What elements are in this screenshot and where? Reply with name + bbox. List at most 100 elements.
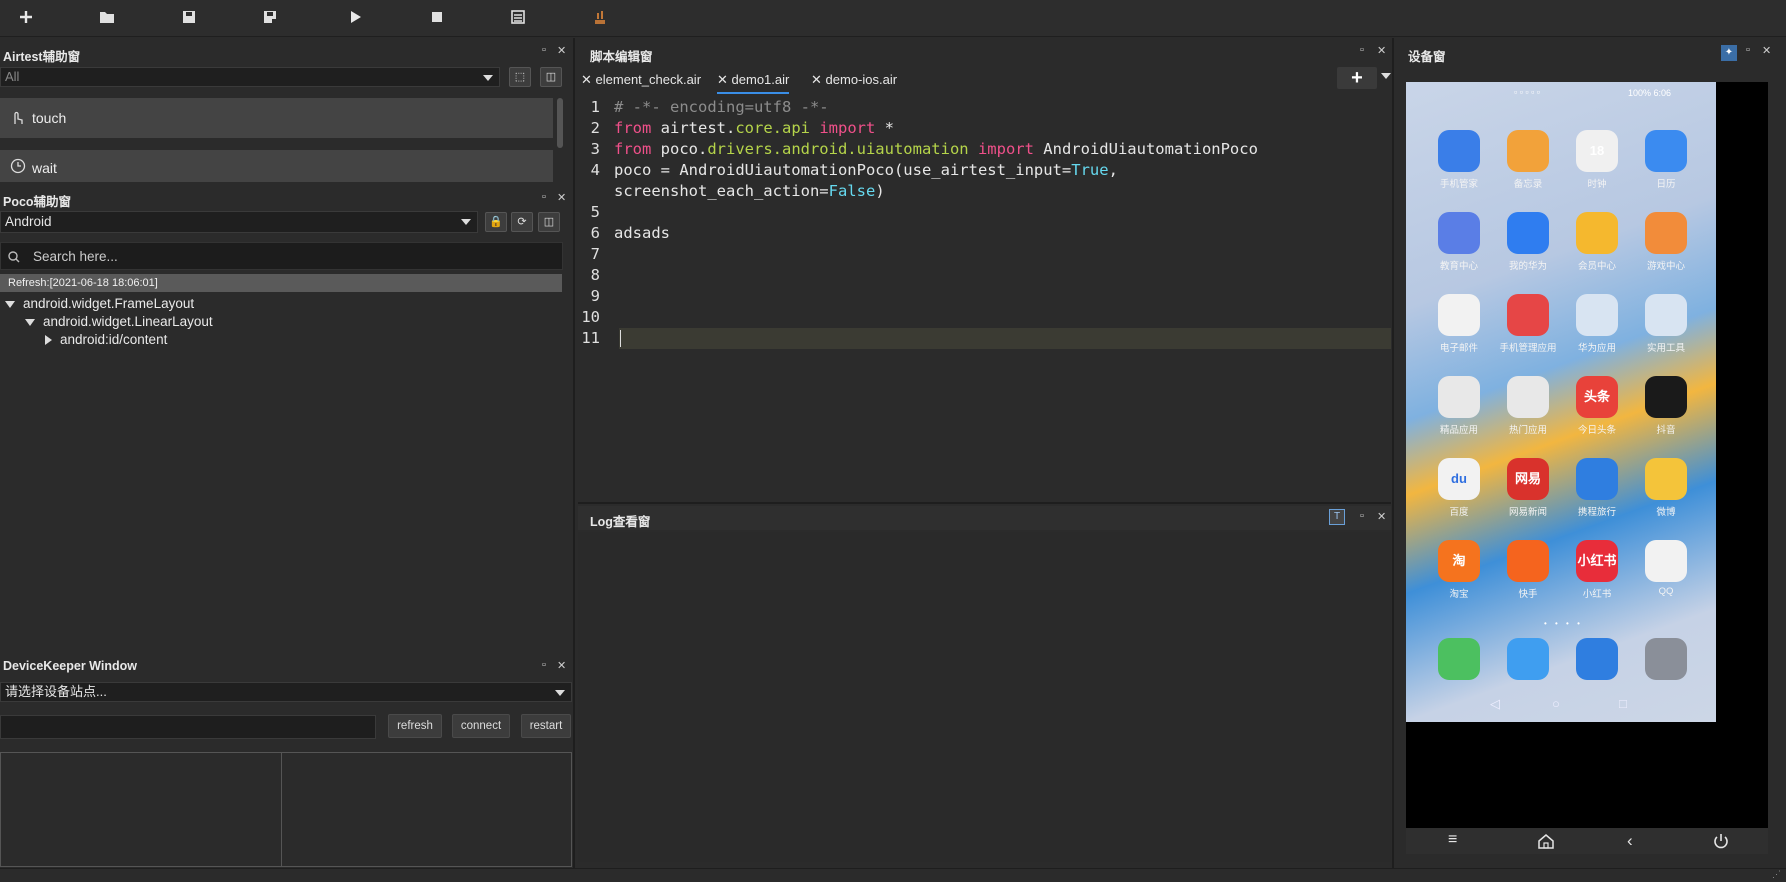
save-icon[interactable] bbox=[176, 6, 202, 30]
code-editor[interactable]: 1 # -*- encoding=utf8 -*- 2 from airtest.c… bbox=[578, 96, 1391, 500]
close-tab-icon[interactable]: ✕ bbox=[581, 72, 592, 87]
splitter[interactable] bbox=[573, 38, 575, 868]
app-icon[interactable] bbox=[1507, 130, 1549, 172]
app-icon[interactable] bbox=[1645, 376, 1687, 418]
poco-platform-select[interactable]: Android bbox=[0, 211, 478, 233]
code-text: , bbox=[1108, 161, 1118, 179]
collapse-icon[interactable] bbox=[45, 335, 52, 346]
phone-home-icon[interactable]: ○ bbox=[1552, 696, 1560, 711]
new-file-icon[interactable] bbox=[13, 6, 39, 30]
back-icon[interactable]: ‹ bbox=[1627, 831, 1633, 851]
device-address-input[interactable] bbox=[0, 715, 376, 739]
connect-button[interactable]: connect bbox=[452, 714, 510, 738]
phone-recent-icon[interactable]: □ bbox=[1619, 696, 1627, 711]
app-icon[interactable]: du bbox=[1438, 458, 1480, 500]
app-icon[interactable]: 淘 bbox=[1438, 540, 1480, 582]
app-icon[interactable] bbox=[1645, 540, 1687, 582]
settings-icon[interactable] bbox=[1645, 638, 1687, 680]
app-icon[interactable] bbox=[1645, 212, 1687, 254]
float-icon[interactable]: ▫ bbox=[1360, 510, 1364, 522]
home-icon[interactable] bbox=[1537, 832, 1555, 850]
close-icon[interactable]: ✕ bbox=[557, 191, 566, 204]
menu-icon[interactable]: ≡ bbox=[1448, 831, 1457, 849]
app-icon[interactable] bbox=[1507, 212, 1549, 254]
browser-icon[interactable] bbox=[1576, 638, 1618, 680]
app-icon[interactable]: 网易 bbox=[1507, 458, 1549, 500]
code-keyword: from bbox=[614, 140, 652, 158]
select-region-icon[interactable]: ⬚ bbox=[509, 67, 531, 87]
app-icon[interactable] bbox=[1645, 130, 1687, 172]
phone-back-icon[interactable]: ◁ bbox=[1490, 696, 1500, 712]
save-as-icon[interactable] bbox=[257, 6, 283, 30]
chevron-down-icon[interactable] bbox=[1381, 73, 1391, 79]
status-bar: ▫ ▫ ▫ ▫ ▫ 100% 6:06 bbox=[1406, 82, 1716, 104]
float-icon[interactable]: ▫ bbox=[1746, 44, 1750, 56]
tab-element-check[interactable]: ✕ element_check.air bbox=[581, 68, 701, 92]
tab-demo-ios[interactable]: ✕ demo-ios.air bbox=[811, 68, 897, 92]
float-icon[interactable]: ▫ bbox=[542, 659, 546, 671]
expand-icon[interactable] bbox=[25, 318, 35, 326]
line-number: 7 bbox=[590, 245, 600, 263]
power-icon[interactable] bbox=[1712, 832, 1730, 850]
app-icon[interactable] bbox=[1438, 376, 1480, 418]
app-icon[interactable] bbox=[1438, 294, 1480, 336]
app-icon[interactable]: 18 bbox=[1576, 130, 1618, 172]
app-icon[interactable] bbox=[1438, 212, 1480, 254]
close-tab-icon[interactable]: ✕ bbox=[717, 72, 728, 87]
stop-icon[interactable] bbox=[424, 6, 450, 30]
tree-node[interactable]: android.widget.FrameLayout bbox=[5, 296, 194, 311]
run-icon[interactable] bbox=[342, 6, 368, 30]
close-icon[interactable]: ✕ bbox=[1377, 44, 1386, 57]
command-touch[interactable]: touch bbox=[0, 98, 553, 138]
device-screen[interactable]: ▫ ▫ ▫ ▫ ▫ 100% 6:06 手机管家 备忘录 18 时钟 日历 教育中心 我的华… bbox=[1406, 82, 1768, 828]
app-icon[interactable]: 头条 bbox=[1576, 376, 1618, 418]
lock-icon[interactable]: 🔒 bbox=[485, 212, 507, 232]
log-icon[interactable] bbox=[505, 6, 531, 30]
float-icon[interactable]: ▫ bbox=[542, 191, 546, 203]
tree-node[interactable]: android:id/content bbox=[45, 332, 167, 347]
app-icon[interactable] bbox=[1438, 130, 1480, 172]
app-icon[interactable] bbox=[1576, 212, 1618, 254]
tree-node[interactable]: android.widget.LinearLayout bbox=[25, 314, 213, 329]
splitter[interactable] bbox=[1392, 38, 1394, 868]
app-icon[interactable] bbox=[1507, 376, 1549, 418]
close-tab-icon[interactable]: ✕ bbox=[811, 72, 822, 87]
refresh-icon[interactable]: ⟳ bbox=[511, 212, 533, 232]
close-icon[interactable]: ✕ bbox=[557, 659, 566, 672]
scrollbar[interactable] bbox=[557, 98, 563, 148]
phone-icon[interactable] bbox=[1438, 638, 1480, 680]
poco-search-box[interactable]: Search here... bbox=[0, 242, 563, 270]
expand-icon[interactable] bbox=[5, 300, 15, 308]
snapshot-icon[interactable]: ◫ bbox=[540, 67, 562, 87]
app-icon[interactable] bbox=[1576, 458, 1618, 500]
app-icon[interactable] bbox=[1507, 540, 1549, 582]
tab-demo1[interactable]: ✕ demo1.air bbox=[717, 68, 790, 94]
messages-icon[interactable] bbox=[1507, 638, 1549, 680]
close-icon[interactable]: ✕ bbox=[557, 44, 566, 57]
app-icon[interactable] bbox=[1645, 294, 1687, 336]
app-icon[interactable] bbox=[1645, 458, 1687, 500]
splitter[interactable] bbox=[578, 502, 1391, 504]
close-icon[interactable]: ✕ bbox=[1377, 510, 1386, 523]
app-icon[interactable]: 小红书 bbox=[1576, 540, 1618, 582]
line-number: 2 bbox=[590, 119, 600, 137]
float-icon[interactable]: ▫ bbox=[542, 44, 546, 56]
close-icon[interactable]: ✕ bbox=[1762, 44, 1771, 57]
tab-label: demo1.air bbox=[731, 72, 790, 87]
tools-icon[interactable]: ✦ bbox=[1721, 45, 1737, 61]
airtest-filter-select[interactable]: All bbox=[0, 67, 500, 87]
float-icon[interactable]: ▫ bbox=[1360, 44, 1364, 56]
resize-grip-icon[interactable]: ⋰ bbox=[1772, 869, 1781, 880]
restart-button[interactable]: restart bbox=[521, 714, 571, 738]
app-icon[interactable] bbox=[1576, 294, 1618, 336]
phone-home-screen[interactable]: ▫ ▫ ▫ ▫ ▫ 100% 6:06 手机管家 备忘录 18 时钟 日历 教育中心 我的华… bbox=[1406, 82, 1716, 722]
station-select[interactable]: 请选择设备站点... bbox=[0, 682, 572, 702]
app-icon[interactable] bbox=[1507, 294, 1549, 336]
open-folder-icon[interactable] bbox=[94, 6, 120, 30]
add-tab-button[interactable]: + bbox=[1337, 67, 1377, 89]
refresh-button[interactable]: refresh bbox=[388, 714, 442, 738]
command-wait[interactable]: wait bbox=[0, 150, 553, 182]
snapshot-icon[interactable]: ◫ bbox=[538, 212, 560, 232]
filter-icon[interactable]: T bbox=[1329, 509, 1345, 525]
report-icon[interactable] bbox=[587, 6, 613, 30]
